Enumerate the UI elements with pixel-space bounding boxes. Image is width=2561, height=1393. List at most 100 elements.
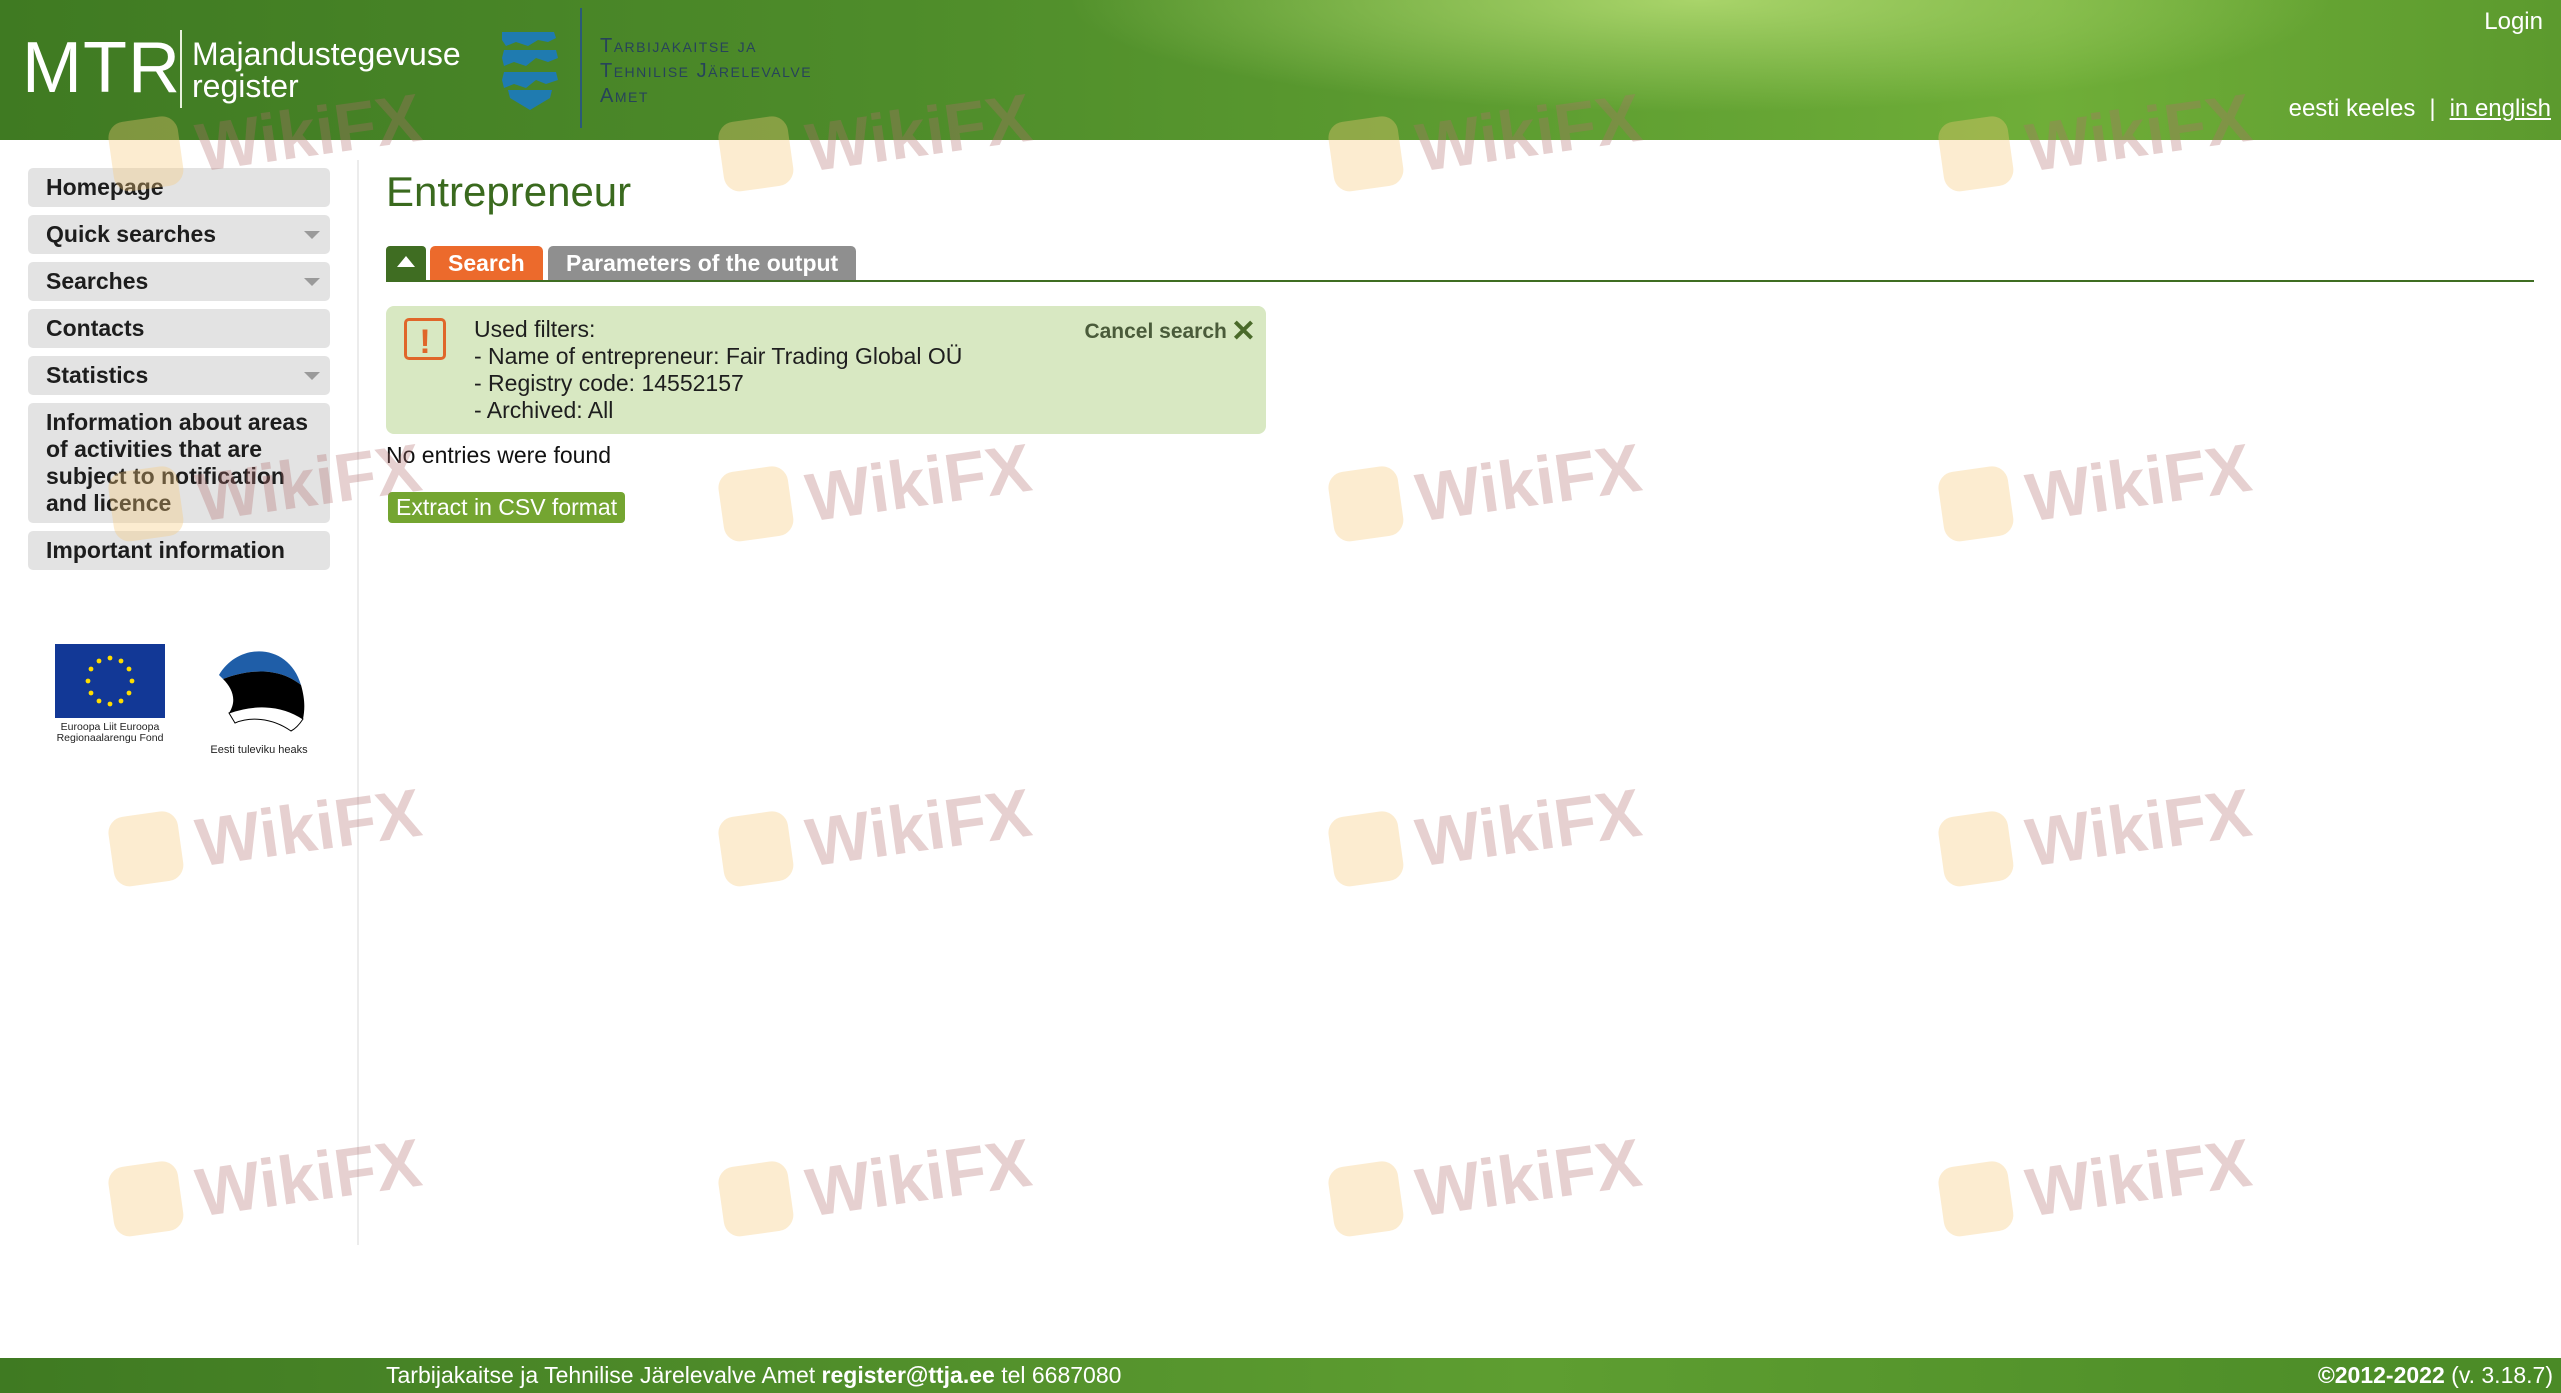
eu-logo-caption: Euroopa Liit Euroopa Regionaalarengu Fon… — [56, 721, 164, 744]
watermark-badge-icon — [106, 1159, 186, 1239]
chevron-down-icon — [304, 372, 320, 380]
watermark: WikiFX — [716, 1124, 1036, 1245]
watermark: WikiFX — [716, 774, 1036, 895]
agency-divider — [580, 8, 582, 128]
footer-copyright: ©2012-2022 (v. 3.18.7) — [2318, 1358, 2553, 1393]
language-switcher: eesti keeles | in english — [2289, 95, 2551, 123]
watermark-text: WikiFX — [2021, 774, 2256, 882]
watermark-badge-icon — [1936, 809, 2016, 889]
estonia-future-logo: Eesti tuleviku heaks — [200, 645, 318, 756]
eu-flag-icon — [55, 644, 165, 718]
watermark-badge-icon — [716, 809, 796, 889]
watermark-text: WikiFX — [2021, 429, 2256, 537]
eu-regional-fund-logo: Euroopa Liit Euroopa Regionaalarengu Fon… — [48, 644, 172, 744]
tab-search[interactable]: Search — [430, 246, 543, 280]
watermark-badge-icon — [1936, 1159, 2016, 1239]
watermark-text: WikiFX — [801, 1124, 1036, 1232]
chevron-up-icon — [397, 256, 415, 267]
sidebar-item-statistics[interactable]: Statistics — [28, 356, 330, 395]
watermark-text: WikiFX — [801, 429, 1036, 537]
filter-line-registry-code: - Registry code: 14552157 — [474, 370, 744, 396]
header-bar: MTR Majandustegevuse register Tarbijakai… — [0, 0, 2561, 140]
filter-heading: Used filters: — [474, 316, 596, 342]
sidebar-item-contacts[interactable]: Contacts — [28, 309, 330, 348]
sidebar-item-label: Quick searches — [46, 221, 217, 247]
copyright-years: ©2012-2022 — [2317, 1362, 2445, 1388]
lang-english-link[interactable]: in english — [2450, 95, 2551, 122]
sidebar-divider — [357, 160, 359, 1245]
watermark: WikiFX — [106, 774, 426, 895]
tab-underline — [386, 280, 2534, 282]
watermark-badge-icon — [1936, 464, 2016, 544]
watermark: WikiFX — [1936, 429, 2256, 550]
chevron-down-icon — [304, 278, 320, 286]
no-results-message: No entries were found — [386, 442, 612, 468]
login-link[interactable]: Login — [2484, 8, 2543, 36]
mtr-logo-subtitle-line2: register — [192, 68, 299, 104]
watermark-badge-icon — [716, 464, 796, 544]
watermark-badge-icon — [1326, 464, 1406, 544]
footer-email-link[interactable]: register@ttja.ee — [822, 1362, 995, 1388]
watermark-text: WikiFX — [1411, 774, 1646, 882]
agency-name: Tarbijakaitse ja Tehnilise Järelevalve A… — [600, 34, 812, 109]
logo-divider — [180, 30, 182, 108]
watermark-badge-icon — [1326, 809, 1406, 889]
watermark-text: WikiFX — [191, 1124, 426, 1232]
footer-agency: Tarbijakaitse ja Tehnilise Järelevalve A… — [386, 1362, 816, 1388]
mtr-logo[interactable]: MTR — [22, 32, 181, 104]
sidebar-item-homepage[interactable]: Homepage — [28, 168, 330, 207]
sidebar-item-label: Important information — [46, 537, 285, 563]
watermark: WikiFX — [716, 429, 1036, 550]
watermark: WikiFX — [106, 1124, 426, 1245]
cancel-search-label: Cancel search — [1084, 320, 1227, 343]
estonian-crest-icon — [502, 32, 558, 110]
cancel-search-button[interactable]: Cancel search ✕ — [1084, 314, 1256, 349]
alert-icon: ! — [404, 318, 446, 361]
filter-list: Used filters: - Name of entrepreneur: Fa… — [474, 316, 962, 424]
filter-line-name: - Name of entrepreneur: Fair Trading Glo… — [474, 343, 963, 369]
watermark: WikiFX — [1326, 429, 1646, 550]
sidebar-item-label: Searches — [46, 268, 149, 294]
agency-name-line3: Amet — [600, 85, 649, 107]
sidebar-item-label: Statistics — [46, 362, 149, 388]
sidebar-item-label: Contacts — [46, 315, 145, 341]
watermark-badge-icon — [716, 1159, 796, 1239]
sidebar-item-quick-searches[interactable]: Quick searches — [28, 215, 330, 254]
watermark-badge-icon — [1326, 1159, 1406, 1239]
app-version: (v. 3.18.7) — [2451, 1362, 2553, 1388]
watermark: WikiFX — [1936, 774, 2256, 895]
footer-contact: Tarbijakaitse ja Tehnilise Järelevalve A… — [386, 1358, 1121, 1393]
mtr-logo-subtitle-line1: Majandustegevuse — [192, 36, 461, 72]
agency-name-line1: Tarbijakaitse ja — [600, 35, 757, 57]
footer-phone: tel 6687080 — [1001, 1362, 1122, 1388]
sidebar-item-searches[interactable]: Searches — [28, 262, 330, 301]
watermark-badge-icon — [106, 809, 186, 889]
footer-bar: Tarbijakaitse ja Tehnilise Järelevalve A… — [0, 1358, 2561, 1393]
chevron-down-icon — [304, 231, 320, 239]
lang-separator: | — [2429, 95, 2436, 122]
watermark-text: WikiFX — [191, 774, 426, 882]
watermark: WikiFX — [1936, 1124, 2256, 1245]
page-title: Entrepreneur — [386, 168, 632, 215]
tab-output-parameters[interactable]: Parameters of the output — [548, 246, 857, 280]
close-icon: ✕ — [1230, 315, 1256, 348]
mtr-logo-subtitle: Majandustegevuse register — [192, 38, 461, 102]
lang-estonian-link[interactable]: eesti keeles — [2289, 95, 2416, 122]
sidebar-nav: Homepage Quick searches Searches Contact… — [28, 168, 330, 578]
watermark-text: WikiFX — [1411, 1124, 1646, 1232]
watermark-text: WikiFX — [2021, 1124, 2256, 1232]
agency-name-line2: Tehnilise Järelevalve — [600, 60, 813, 82]
sidebar-item-important-information[interactable]: Important information — [28, 531, 330, 570]
sidebar-item-activity-areas-info[interactable]: Information about areas of activities th… — [28, 403, 330, 523]
filter-line-archived: - Archived: All — [474, 397, 614, 423]
watermark-text: WikiFX — [1411, 429, 1646, 537]
sidebar-item-label: Homepage — [46, 174, 164, 200]
ee-logo-caption: Eesti tuleviku heaks — [210, 744, 308, 756]
collapse-toggle[interactable] — [386, 246, 426, 280]
estonian-flag-sail-icon — [219, 651, 305, 732]
watermark: WikiFX — [1326, 774, 1646, 895]
used-filters-panel: ! Used filters: - Name of entrepreneur: … — [386, 306, 1266, 434]
watermark: WikiFX — [1326, 1124, 1646, 1245]
extract-csv-button[interactable]: Extract in CSV format — [388, 492, 626, 523]
sidebar-item-label: Information about areas of activities th… — [46, 409, 308, 516]
